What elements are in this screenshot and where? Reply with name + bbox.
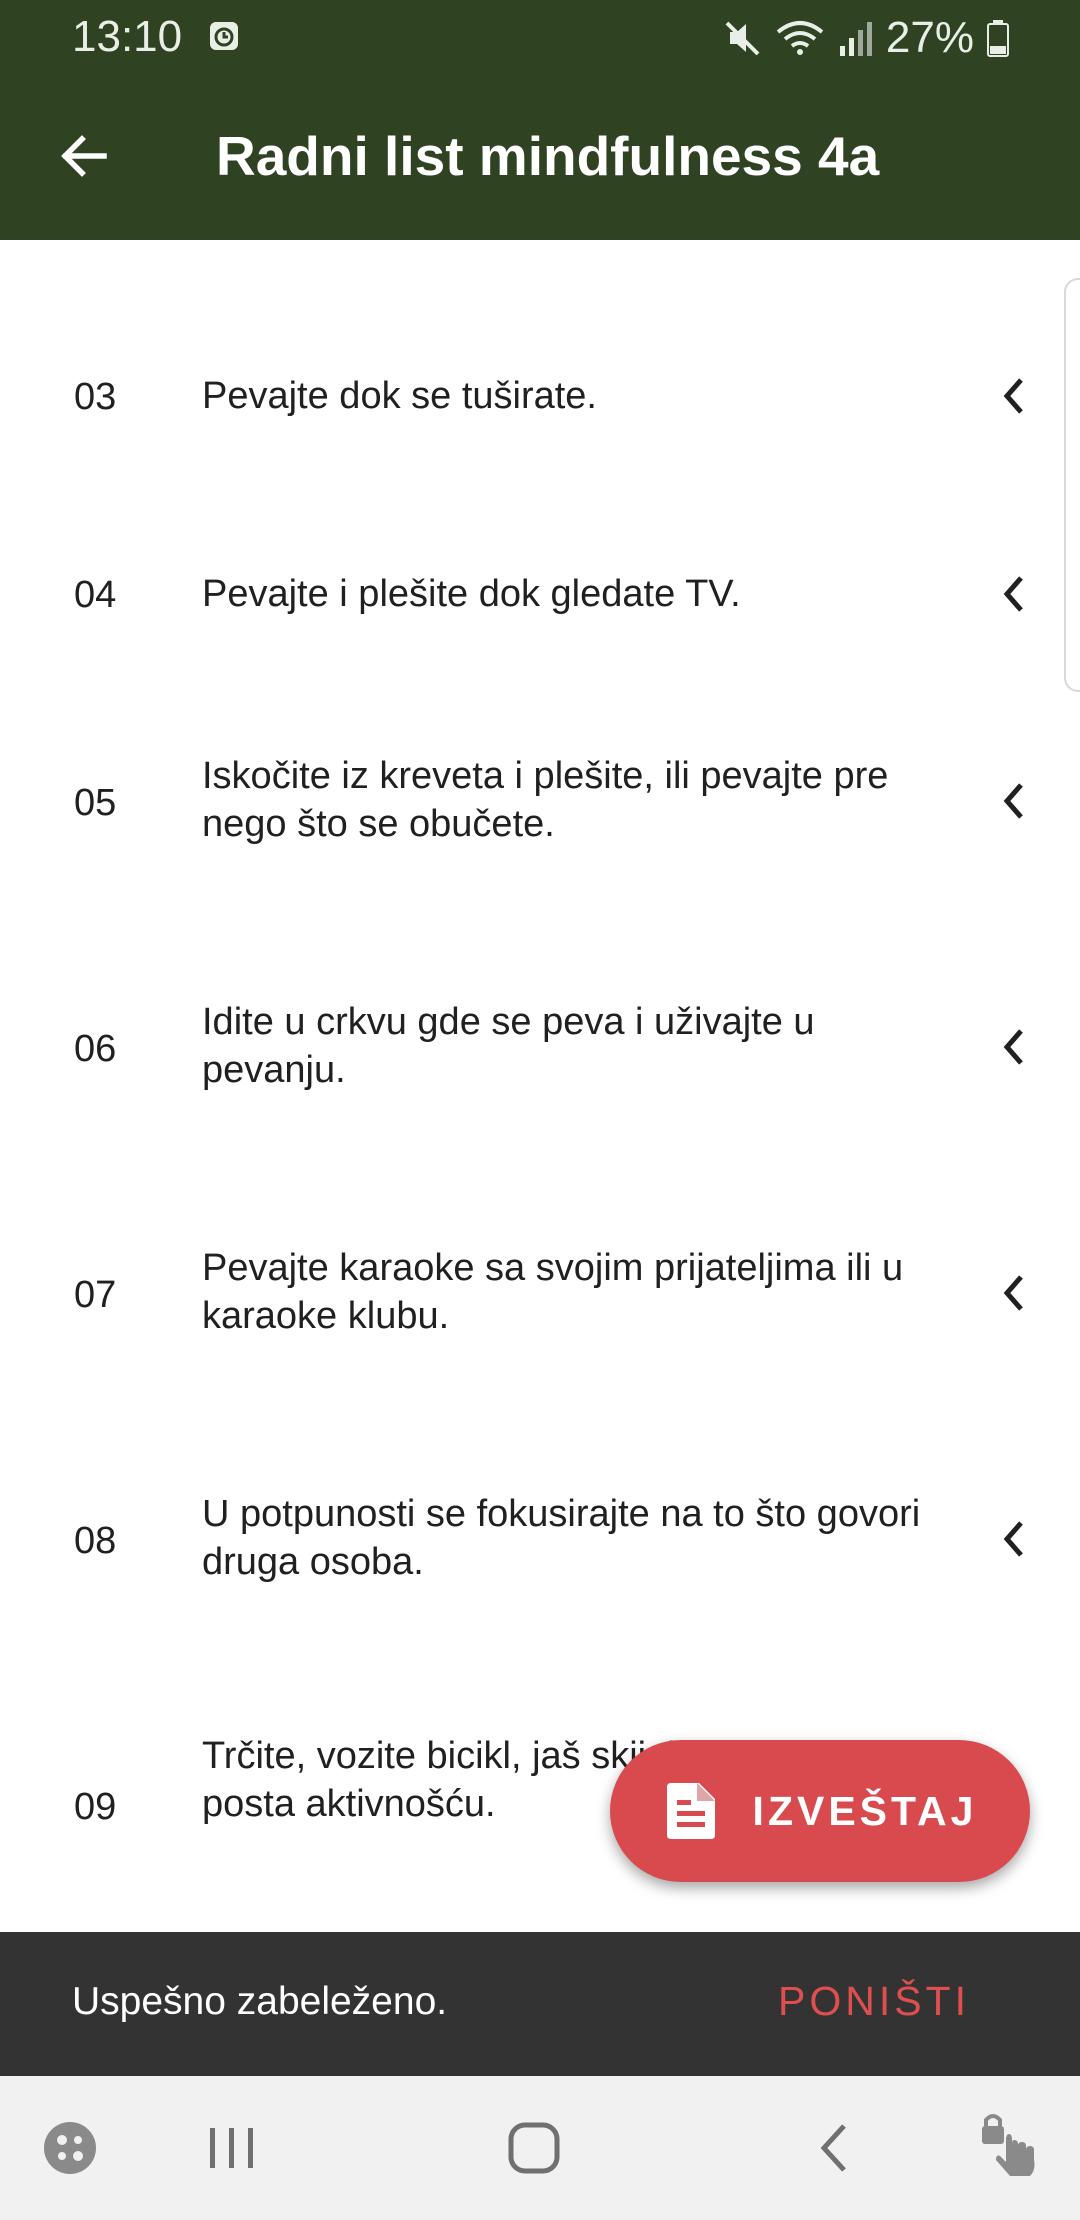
- list-item[interactable]: 05 Iskočite iz kreveta i plešite, ili pe…: [0, 740, 1080, 860]
- undo-button[interactable]: PONIŠTI: [778, 1978, 970, 2025]
- list-item[interactable]: 06 Idite u crkvu gde se peva i uživajte …: [0, 986, 1080, 1106]
- item-number: 03: [74, 376, 117, 418]
- home-icon[interactable]: [496, 2110, 572, 2186]
- battery-level: 27%: [885, 13, 974, 62]
- item-number: 08: [74, 1520, 117, 1562]
- game-launcher-icon[interactable]: [32, 2110, 108, 2186]
- snackbar-message: Uspešno zabeleženo.: [72, 1980, 448, 2023]
- item-text: Iskočite iz kreveta i plešite, ili pevaj…: [202, 755, 889, 845]
- item-number: 09: [74, 1786, 117, 1828]
- chevron-left-icon: [1003, 783, 1023, 819]
- list-item[interactable]: 04 Pevajte i plešite dok gledate TV.: [0, 542, 1080, 646]
- report-button-label: IZVEŠTAJ: [752, 1787, 978, 1834]
- chevron-left-icon: [1003, 378, 1023, 414]
- status-time: 13:10: [72, 12, 183, 61]
- chevron-left-icon: [1003, 576, 1023, 612]
- item-number: 04: [74, 574, 117, 616]
- document-icon: [666, 1783, 715, 1839]
- wifi-icon: [776, 21, 824, 55]
- item-number: 06: [74, 1028, 117, 1070]
- item-number: 07: [74, 1274, 117, 1316]
- battery-icon: [987, 20, 1009, 57]
- signal-icon: [839, 22, 872, 56]
- item-text: Pevajte karaoke sa svojim prijateljima i…: [202, 1247, 904, 1337]
- alarm-icon: [210, 22, 238, 50]
- item-text: Idite u crkvu gde se peva i uživajte u p…: [202, 1001, 815, 1091]
- accessibility-touch-icon[interactable]: [972, 2110, 1048, 2186]
- app-header: 13:10 27% Radni list mindfulness 4a: [0, 0, 1080, 240]
- chevron-left-icon: [1003, 1029, 1023, 1065]
- item-text: Pevajte i plešite dok gledate TV.: [202, 573, 741, 615]
- chevron-left-icon: [1003, 1275, 1023, 1311]
- system-nav-bar: [0, 2076, 1080, 2220]
- report-button[interactable]: IZVEŠTAJ: [610, 1740, 1030, 1882]
- item-text: U potpunosti se fokusirajte na to što go…: [202, 1493, 921, 1583]
- status-bar: 13:10 27%: [0, 0, 1080, 74]
- status-icons: 27%: [722, 10, 1010, 66]
- item-number: 05: [74, 782, 117, 824]
- worksheet-list[interactable]: 03 Pevajte dok se tuširate. 04 Pevajte i…: [0, 240, 1080, 1932]
- back-nav-icon[interactable]: [798, 2110, 874, 2186]
- list-item[interactable]: 07 Pevajte karaoke sa svojim prijateljim…: [0, 1232, 1080, 1352]
- back-button[interactable]: [48, 120, 120, 192]
- list-item[interactable]: 08 U potpunosti se fokusirajte na to što…: [0, 1478, 1080, 1598]
- snackbar: Uspešno zabeleženo. PONIŠTI: [0, 1932, 1080, 2076]
- mute-icon: [725, 21, 760, 56]
- recent-apps-icon[interactable]: [194, 2110, 270, 2186]
- chevron-left-icon: [1003, 1521, 1023, 1557]
- list-item[interactable]: 03 Pevajte dok se tuširate.: [0, 344, 1080, 448]
- item-text: Pevajte dok se tuširate.: [202, 375, 597, 417]
- arrow-back-icon: [61, 135, 107, 177]
- page-title: Radni list mindfulness 4a: [216, 125, 880, 187]
